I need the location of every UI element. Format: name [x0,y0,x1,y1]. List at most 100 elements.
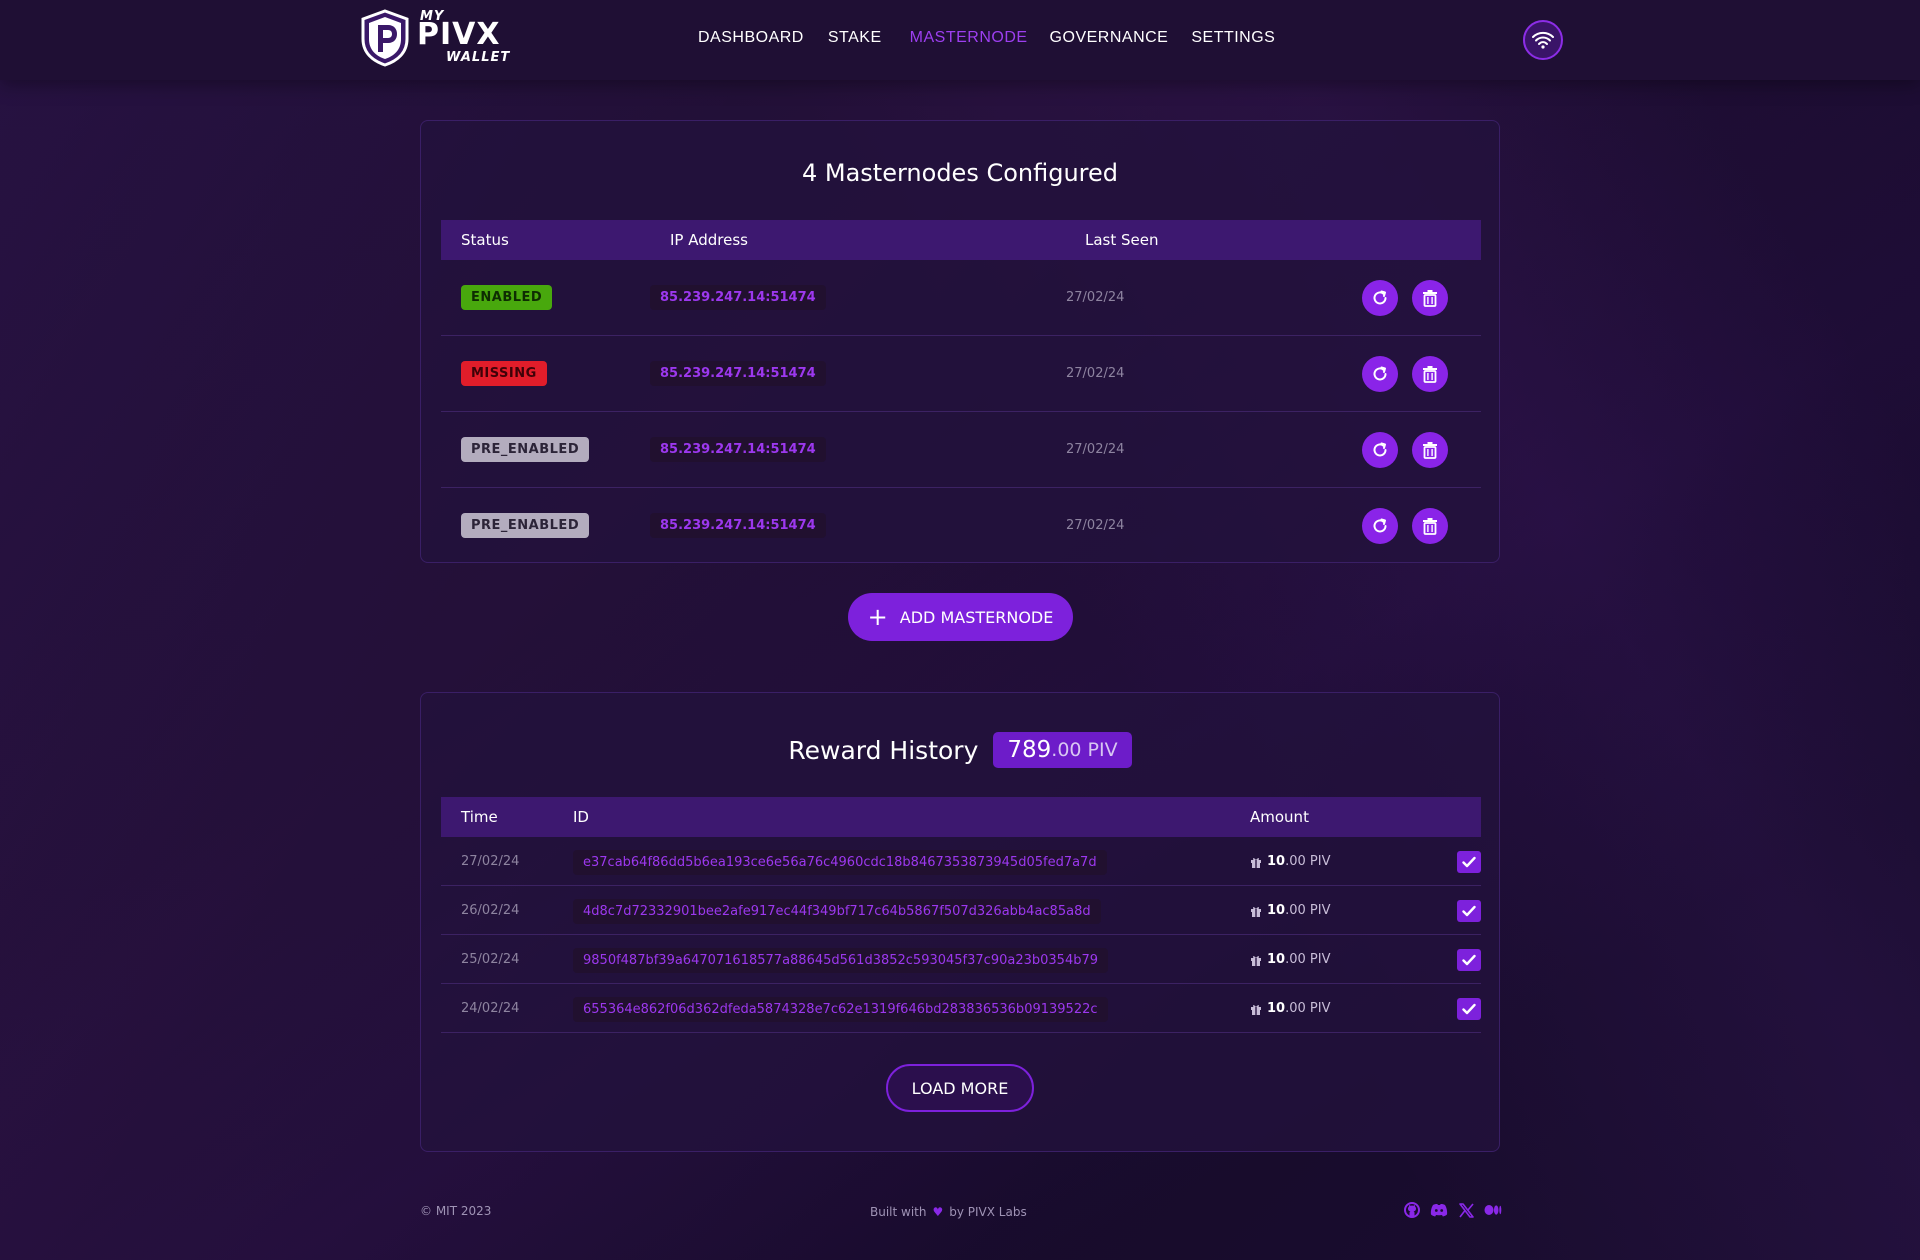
delete-button[interactable] [1412,432,1448,468]
reward-confirmed-checkbox[interactable] [1457,998,1481,1020]
reward-amount-dec: .00 PIV [1285,1001,1331,1016]
masternode-row: PRE_ENABLED 85.239.247.14:51474 27/02/24 [441,412,1481,488]
reward-time: 24/02/24 [461,1001,520,1016]
reward-confirmed-checkbox[interactable] [1457,900,1481,922]
logo-pivx-text: PIVX [417,17,501,52]
reward-table-header: Time ID Amount [441,797,1481,837]
footer-credits: Built with ♥ by PIVX Labs [870,1205,1027,1219]
reward-time: 27/02/24 [461,854,520,869]
reward-amount-int: 10 [1267,952,1286,967]
main-nav: DASHBOARD STAKE MASTERNODE GOVERNANCE SE… [698,29,1299,47]
footer-social-links [1402,1201,1510,1219]
trash-icon [1423,366,1437,383]
ip-address: 85.239.247.14:51474 [650,437,826,462]
medium-icon[interactable] [1483,1201,1503,1219]
header-ip: IP Address [670,231,748,249]
nav-dashboard[interactable]: DASHBOARD [698,29,804,47]
ip-address: 85.239.247.14:51474 [650,285,826,310]
add-masternode-label: ADD MASTERNODE [899,607,1054,627]
checkmark-icon [1462,905,1476,917]
last-seen: 27/02/24 [1066,442,1125,457]
nav-settings[interactable]: SETTINGS [1191,29,1275,47]
delete-button[interactable] [1412,280,1448,316]
refresh-icon [1373,442,1387,457]
reward-txid-link[interactable]: e37cab64f86dd5b6ea193ce6e56a76c4960cdc18… [573,850,1107,875]
header-amount: Amount [1250,808,1309,826]
masternode-row: ENABLED 85.239.247.14:51474 27/02/24 [441,260,1481,336]
reward-row: 25/02/24 9850f487bf39a647071618577a88645… [441,935,1481,984]
reward-row: 27/02/24 e37cab64f86dd5b6ea193ce6e56a76c… [441,837,1481,886]
ip-address: 85.239.247.14:51474 [650,361,826,386]
header-id: ID [573,808,589,826]
reward-amount-int: 10 [1267,854,1286,869]
reward-history-card: Reward History 789.00 PIV Time ID Amount… [420,692,1500,1152]
nav-governance[interactable]: GOVERNANCE [1050,29,1169,47]
plus-icon: + [867,603,888,631]
reward-time: 26/02/24 [461,903,520,918]
header-status: Status [461,231,509,249]
footer-built-prefix: Built with [870,1205,927,1219]
status-badge: MISSING [461,361,547,386]
navbar: MY PIVX WALLET DASHBOARD STAKE MASTERNOD… [0,0,1920,80]
reward-time: 25/02/24 [461,952,520,967]
github-icon[interactable] [1402,1201,1422,1219]
gift-icon [1251,1004,1261,1015]
reward-history-title: Reward History [788,735,979,765]
reward-confirmed-checkbox[interactable] [1457,851,1481,873]
gift-icon [1251,906,1261,917]
reward-amount-int: 10 [1267,1001,1286,1016]
discord-icon[interactable] [1429,1201,1449,1219]
reward-total-badge: 789.00 PIV [993,732,1132,768]
reward-amount-dec: .00 PIV [1285,952,1331,967]
load-more-button[interactable]: LOAD MORE [886,1064,1034,1112]
nav-stake[interactable]: STAKE [828,29,882,47]
last-seen: 27/02/24 [1066,290,1125,305]
checkmark-icon [1462,856,1476,868]
restart-button[interactable] [1362,280,1398,316]
reward-row: 24/02/24 655364e862f06d362dfeda5874328e7… [441,984,1481,1033]
reward-amount: 10.00 PIV [1250,952,1330,967]
add-masternode-button[interactable]: + ADD MASTERNODE [848,593,1073,641]
gift-icon [1251,857,1261,868]
masternodes-title: 4 Masternodes Configured [801,159,1119,187]
refresh-icon [1373,366,1387,381]
logo-wallet-text: WALLET [446,50,511,65]
refresh-icon [1373,518,1387,533]
header-time: Time [461,808,498,826]
status-badge: PRE_ENABLED [461,437,590,462]
reward-txid-link[interactable]: 655364e862f06d362dfeda5874328e7c62e1319f… [573,997,1108,1022]
heart-icon: ♥ [932,1205,944,1219]
reward-amount: 10.00 PIV [1250,1001,1330,1016]
reward-amount-dec: .00 PIV [1285,854,1331,869]
logo[interactable]: MY PIVX WALLET [360,9,509,69]
checkmark-icon [1462,1003,1476,1015]
status-badge: ENABLED [461,285,553,310]
masternode-row: MISSING 85.239.247.14:51474 27/02/24 [441,336,1481,412]
reward-confirmed-checkbox[interactable] [1457,949,1481,971]
delete-button[interactable] [1412,508,1448,544]
trash-icon [1423,518,1437,535]
reward-amount-dec: .00 PIV [1285,903,1331,918]
restart-button[interactable] [1362,356,1398,392]
trash-icon [1423,290,1437,307]
delete-button[interactable] [1412,356,1448,392]
trash-icon [1423,442,1437,459]
reward-total-dec: .00 PIV [1051,739,1118,761]
checkmark-icon [1462,954,1476,966]
nav-masternode[interactable]: MASTERNODE [910,29,1028,47]
reward-txid-link[interactable]: 9850f487bf39a647071618577a88645d561d3852… [573,948,1109,973]
reward-total-int: 789 [1007,737,1052,763]
last-seen: 27/02/24 [1066,518,1125,533]
network-status-button[interactable] [1523,20,1563,60]
gift-icon [1251,955,1261,966]
status-badge: PRE_ENABLED [461,513,590,538]
footer-built-suffix: by PIVX Labs [949,1205,1027,1219]
x-icon[interactable] [1456,1201,1476,1219]
refresh-icon [1373,290,1387,305]
ip-address: 85.239.247.14:51474 [650,513,826,538]
wifi-icon [1532,31,1554,49]
reward-txid-link[interactable]: 4d8c7d72332901bee2afe917ec44f349bf717c64… [573,899,1101,924]
restart-button[interactable] [1362,508,1398,544]
restart-button[interactable] [1362,432,1398,468]
last-seen: 27/02/24 [1066,366,1125,381]
